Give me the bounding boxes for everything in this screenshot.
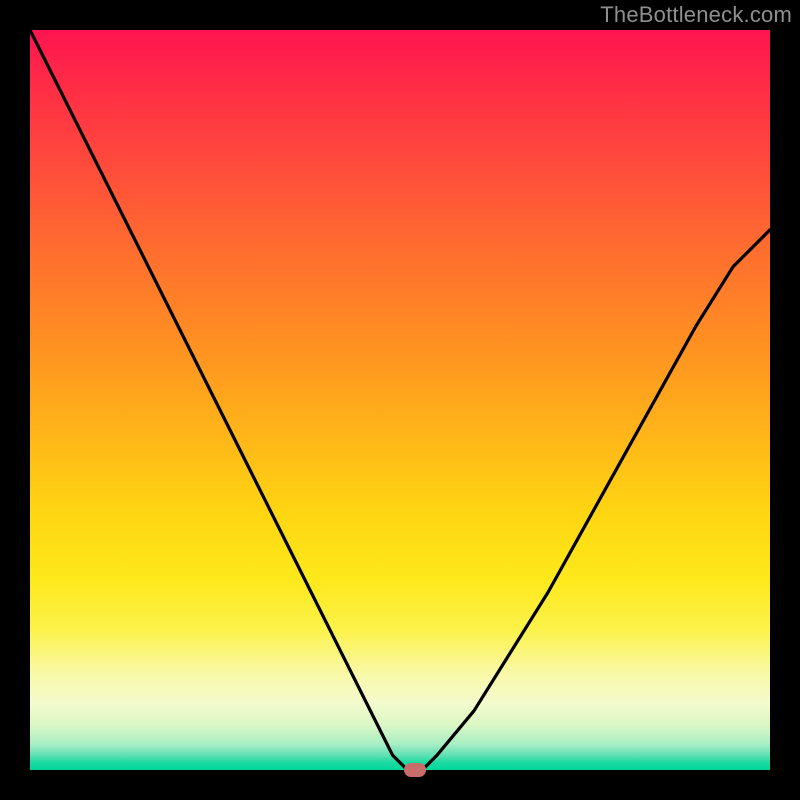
optimal-point-marker [404,763,426,777]
watermark-label: TheBottleneck.com [600,2,792,28]
chart-frame: TheBottleneck.com [0,0,800,800]
bottleneck-curve [30,30,770,770]
